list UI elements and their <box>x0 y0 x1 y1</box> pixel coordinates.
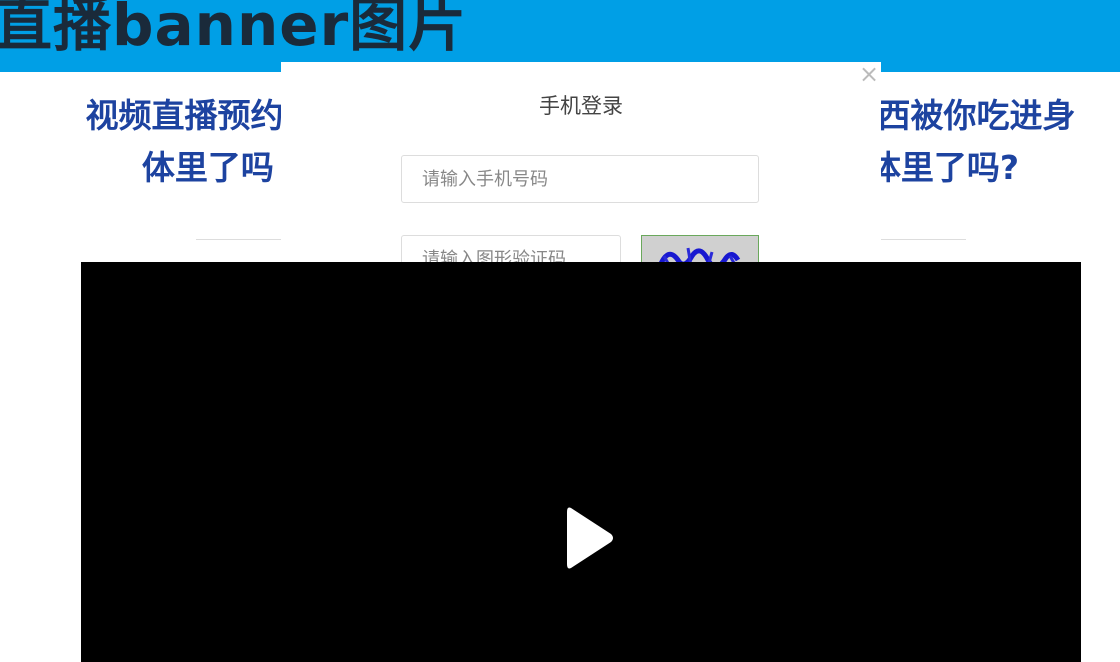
banner-text: 直播banner图片 <box>0 0 468 59</box>
captcha-image[interactable] <box>641 235 759 262</box>
close-icon[interactable]: × <box>859 62 879 86</box>
title-line-2-start: 体里了吗 <box>141 148 274 187</box>
play-icon[interactable] <box>563 502 615 574</box>
login-modal: × 手机登录 <box>281 62 881 262</box>
video-player[interactable] <box>81 262 1081 662</box>
modal-title: 手机登录 <box>539 94 623 118</box>
captcha-input[interactable] <box>401 235 621 262</box>
title-line-1-end: 西被你吃进身 <box>877 96 1076 135</box>
title-line-2-end: 体里了吗? <box>867 148 1020 187</box>
phone-input[interactable] <box>401 155 759 203</box>
title-line-1-start: 视频直播预约 <box>85 96 284 135</box>
